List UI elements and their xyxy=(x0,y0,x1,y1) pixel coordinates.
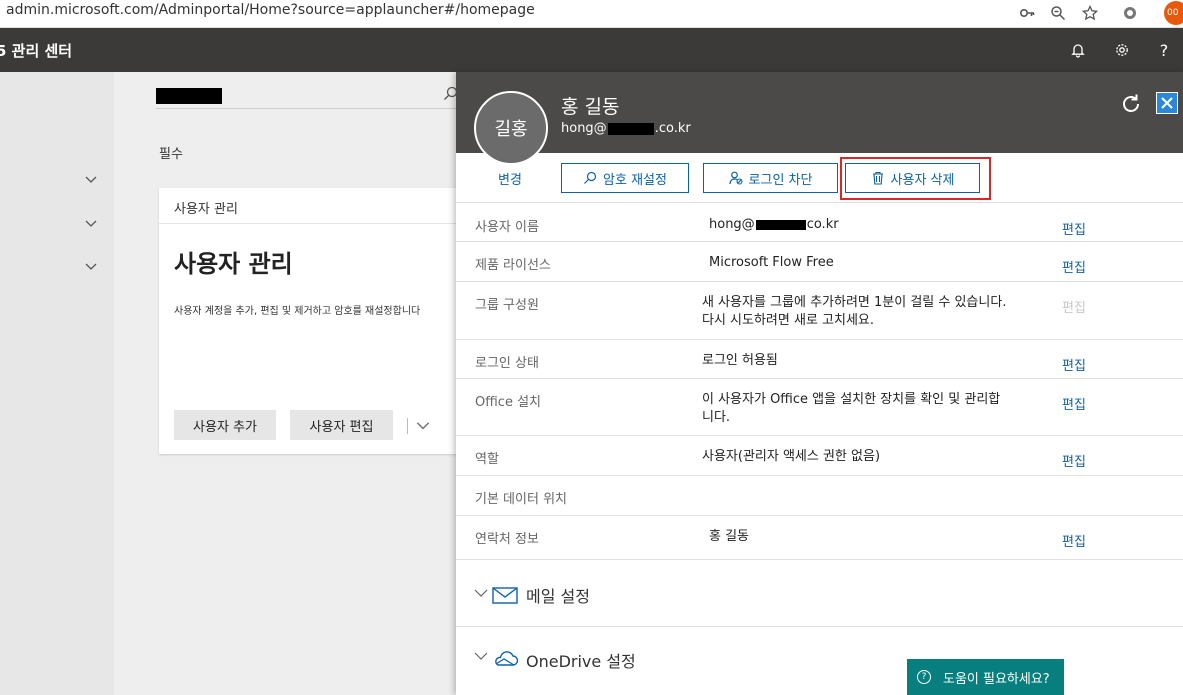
app-title: 5 관리 센터 xyxy=(0,42,73,60)
detail-row-groups: 그룹 구성원 새 사용자를 그룹에 추가하려면 1분이 걸릴 수 있습니다. 다… xyxy=(456,282,1183,340)
chevron-down-icon[interactable] xyxy=(84,259,100,275)
profile-avatar[interactable]: 00 xyxy=(1164,1,1183,25)
user-email: hong@ .co.kr xyxy=(561,121,691,136)
cloud-icon xyxy=(491,647,519,669)
edit-username-link[interactable]: 편집 xyxy=(1062,219,1086,238)
detail-row-role: 역할 사용자(관리자 액세스 권한 없음) 편집 xyxy=(456,436,1183,476)
question-circle-icon: ? xyxy=(917,670,931,684)
detail-row-username: 사용자 이름 hong@ co.kr 편집 xyxy=(456,204,1183,242)
detail-row-contact: 연락처 정보 홍 길동 편집 xyxy=(456,516,1183,560)
card-description: 사용자 계정을 추가, 편집 및 제거하고 암호를 재설정합니다 xyxy=(174,306,421,317)
row-value: 로그인 허용됨 xyxy=(702,353,778,368)
row-label: 연락처 정보 xyxy=(475,532,539,547)
edit-groups-link: 편집 xyxy=(1062,301,1086,316)
card-header: 사용자 관리 xyxy=(159,188,459,224)
onedrive-settings-label: OneDrive 설정 xyxy=(526,652,636,671)
mail-settings-label: 메일 설정 xyxy=(526,587,590,606)
row-value: hong@ co.kr xyxy=(709,216,1014,234)
highlight-box xyxy=(840,157,991,200)
reset-password-button[interactable]: 암호 재설정 xyxy=(561,163,689,193)
user-detail-panel: 홍 길동 hong@ .co.kr 길홍 변경 암호 재설정 로그인 차단 사용… xyxy=(456,72,1183,695)
mail-settings-expander[interactable]: 메일 설정 xyxy=(456,560,1183,627)
browser-address-bar: admin.microsoft.com/Adminportal/Home?sou… xyxy=(0,0,1183,28)
edit-role-link[interactable]: 편집 xyxy=(1062,451,1086,470)
edit-license-link[interactable]: 편집 xyxy=(1062,257,1086,276)
row-label: 제품 라이선스 xyxy=(475,258,551,273)
chevron-down-icon[interactable] xyxy=(415,417,431,433)
chevron-down-icon[interactable] xyxy=(84,172,100,188)
gear-icon[interactable] xyxy=(1110,38,1134,62)
action-bar: 변경 암호 재설정 로그인 차단 사용자 삭제 xyxy=(456,153,1183,203)
key-search-icon xyxy=(584,171,597,184)
row-label: 그룹 구성원 xyxy=(475,298,539,313)
detail-row-office-install: Office 설치 이 사용자가 Office 앱을 설치한 장치를 확인 및 … xyxy=(456,379,1183,436)
refresh-icon[interactable] xyxy=(1119,92,1143,116)
zoom-out-icon[interactable] xyxy=(1048,3,1068,23)
search-input-redacted[interactable] xyxy=(156,88,222,104)
edit-office-install-link[interactable]: 편집 xyxy=(1062,394,1086,413)
block-login-button[interactable]: 로그인 차단 xyxy=(703,163,838,193)
row-label: Office 설치 xyxy=(475,395,541,410)
detail-row-data-location: 기본 데이터 위치 xyxy=(456,476,1183,516)
user-management-card: 사용자 관리 사용자 관리 사용자 계정을 추가, 편집 및 제거하고 암호를 … xyxy=(159,188,459,454)
block-login-label: 로그인 차단 xyxy=(748,172,813,188)
card-title: 사용자 관리 xyxy=(174,250,293,278)
reset-password-label: 암호 재설정 xyxy=(603,172,667,188)
row-label: 기본 데이터 위치 xyxy=(475,492,567,507)
onedrive-settings-expander[interactable]: OneDrive 설정 xyxy=(456,627,1183,695)
row-label: 사용자 이름 xyxy=(475,220,539,235)
row-label: 로그인 상태 xyxy=(475,356,539,371)
left-navigation xyxy=(0,72,114,695)
value-suffix: co.kr xyxy=(806,217,839,232)
edit-login-status-link[interactable]: 편집 xyxy=(1062,355,1086,374)
help-question-icon[interactable]: ? xyxy=(1152,38,1176,62)
chevron-down-icon[interactable] xyxy=(84,216,100,232)
help-label: 도움이 필요하세요? xyxy=(943,671,1050,687)
chevron-down-icon xyxy=(474,586,488,600)
search-underline xyxy=(156,108,456,109)
edit-contact-link[interactable]: 편집 xyxy=(1062,531,1086,550)
row-value: Microsoft Flow Free xyxy=(709,255,834,270)
change-photo-link[interactable]: 변경 xyxy=(498,169,522,188)
email-prefix: hong@ xyxy=(561,121,607,136)
email-suffix: .co.kr xyxy=(654,121,691,136)
chevron-down-icon xyxy=(474,649,488,663)
bookmark-star-icon[interactable] xyxy=(1080,3,1100,23)
envelope-icon xyxy=(491,584,519,606)
address-url[interactable]: admin.microsoft.com/Adminportal/Home?sou… xyxy=(6,2,535,18)
add-user-button[interactable]: 사용자 추가 xyxy=(174,410,276,440)
detail-row-license: 제품 라이선스 Microsoft Flow Free 편집 xyxy=(456,242,1183,282)
edit-user-button[interactable]: 사용자 편집 xyxy=(290,410,393,440)
value-prefix: hong@ xyxy=(709,217,755,232)
extension-icon[interactable] xyxy=(1120,3,1140,23)
app-header: 5 관리 센터 ? xyxy=(0,28,1183,72)
person-block-icon xyxy=(728,171,743,185)
section-label: 필수 xyxy=(159,147,183,162)
divider xyxy=(407,418,408,434)
bell-icon[interactable] xyxy=(1066,38,1090,62)
redaction-bar xyxy=(755,219,806,230)
help-button[interactable]: ? 도움이 필요하세요? xyxy=(907,659,1064,695)
row-value: 사용자(관리자 액세스 권한 없음) xyxy=(702,449,881,464)
key-icon[interactable] xyxy=(1017,3,1037,23)
user-display-name: 홍 길동 xyxy=(561,96,620,118)
row-value: 이 사용자가 Office 앱을 설치한 장치를 확인 및 관리합니다. xyxy=(702,392,1001,425)
panel-header: 홍 길동 hong@ .co.kr xyxy=(456,72,1183,153)
row-value: 새 사용자를 그룹에 추가하려면 1분이 걸릴 수 있습니다. 다시 시도하려면… xyxy=(702,295,1007,328)
detail-row-login-status: 로그인 상태 로그인 허용됨 편집 xyxy=(456,340,1183,379)
row-value: 홍 길동 xyxy=(709,529,750,544)
close-icon[interactable] xyxy=(1156,92,1178,114)
redaction-bar xyxy=(607,122,654,135)
row-label: 역할 xyxy=(475,452,499,467)
